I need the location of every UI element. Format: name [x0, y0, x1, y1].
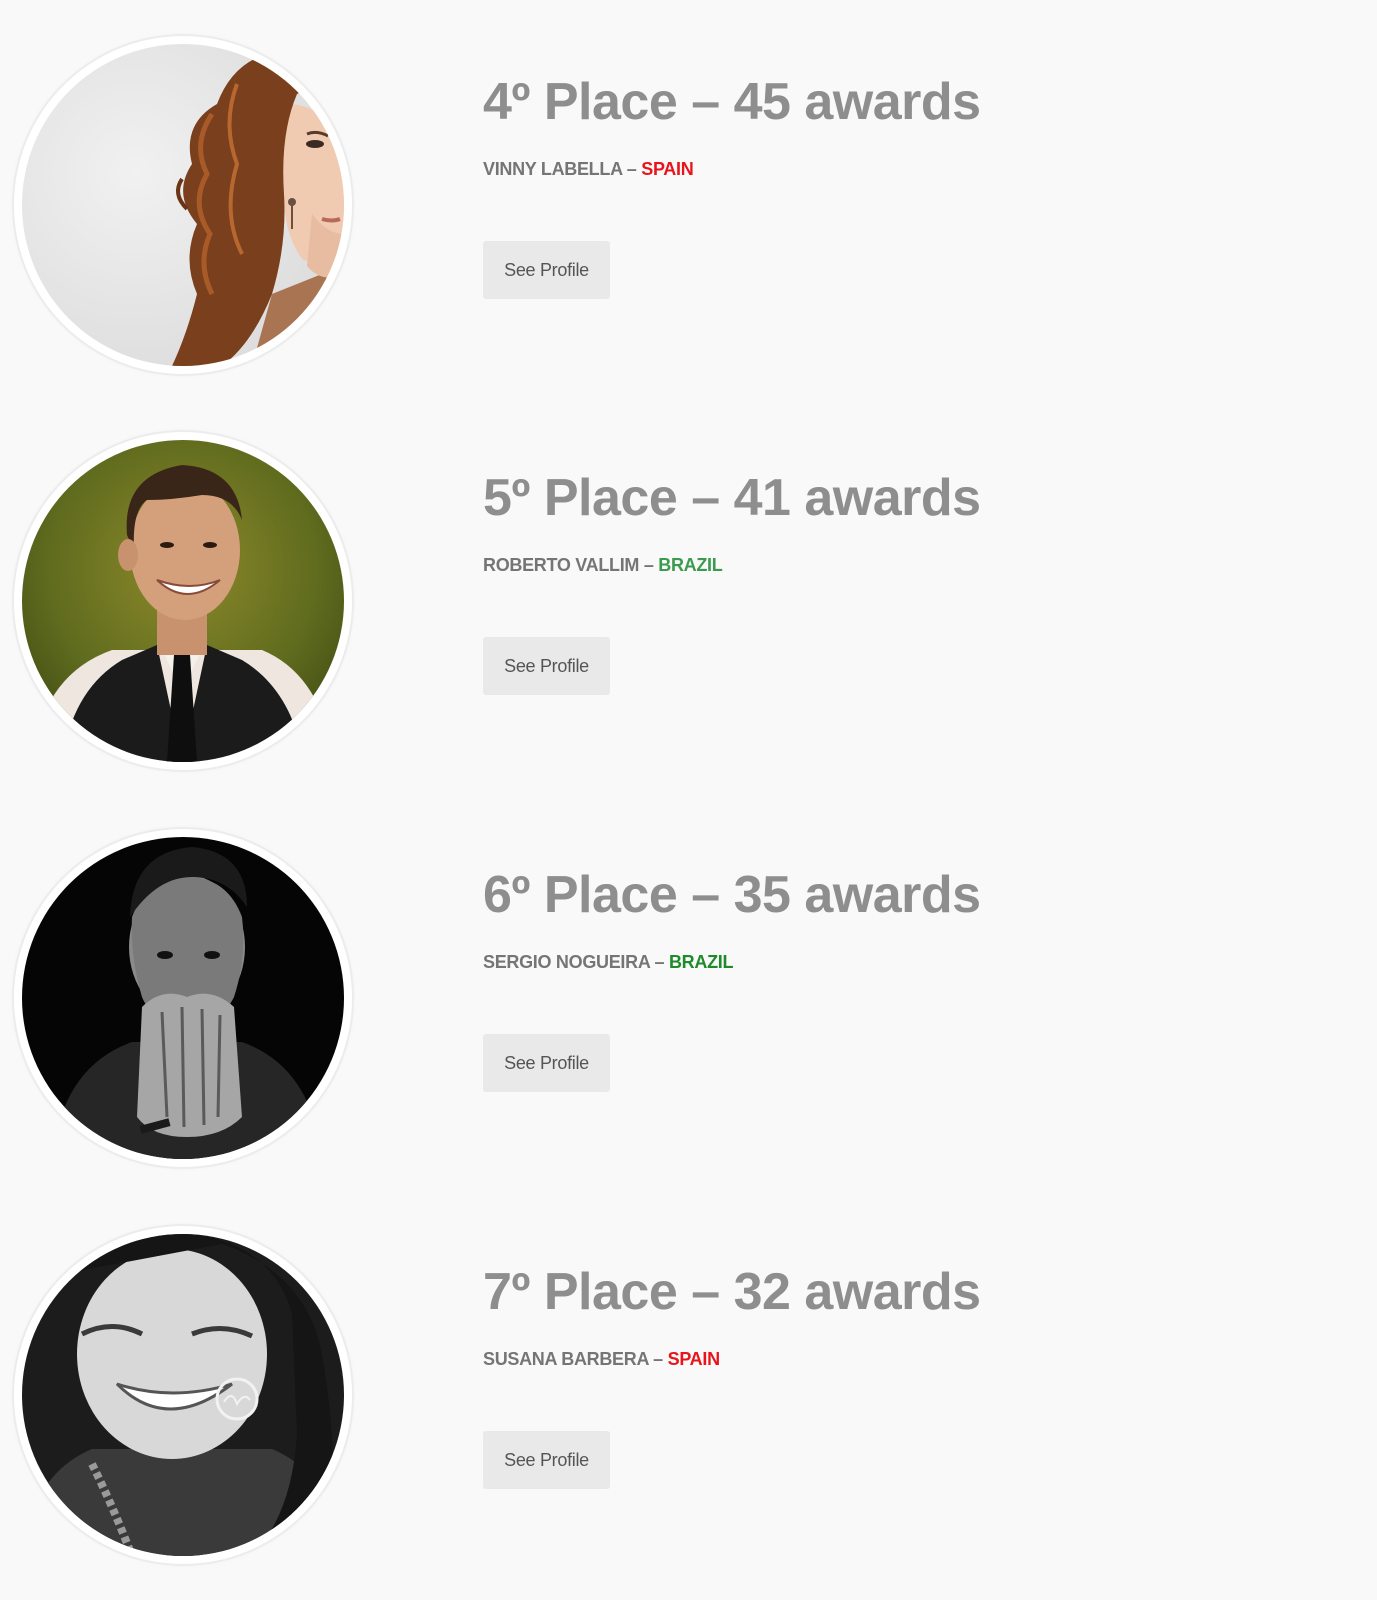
person-name: SUSANA BARBERA	[483, 1349, 649, 1369]
woman-curly-hair-photo	[22, 44, 344, 366]
avatar-frame	[14, 829, 352, 1167]
entry-info: 7º Place – 32 awards SUSANA BARBERA – SP…	[483, 1260, 981, 1489]
name-separator: –	[639, 555, 659, 575]
country-label: BRAZIL	[668, 952, 734, 972]
person-line: ROBERTO VALLIM – BRAZIL	[483, 554, 981, 576]
country-label: BRAZIL	[658, 555, 723, 575]
see-profile-button[interactable]: See Profile	[483, 241, 610, 299]
laughing-woman-black-white-photo	[22, 1234, 344, 1556]
avatar-frame	[14, 36, 352, 374]
avatar-frame	[14, 1226, 352, 1564]
person-line: SUSANA BARBERA – SPAIN	[483, 1348, 981, 1370]
name-separator: –	[622, 159, 642, 179]
entry-info: 4º Place – 45 awards VINNY LABELLA – SPA…	[483, 70, 981, 299]
person-name: ROBERTO VALLIM	[483, 555, 640, 575]
person-line: SERGIO NOGUEIRA – BRAZIL	[483, 951, 981, 973]
avatar	[22, 837, 344, 1159]
avatar	[22, 44, 344, 366]
avatar	[22, 1234, 344, 1556]
place-heading: 4º Place – 45 awards	[483, 73, 981, 131]
avatar	[22, 440, 344, 762]
person-name: VINNY LABELLA	[483, 159, 623, 179]
avatar-frame	[14, 432, 352, 770]
see-profile-button[interactable]: See Profile	[483, 637, 610, 695]
ranking-entry: 7º Place – 32 awards SUSANA BARBERA – SP…	[0, 1190, 1377, 1578]
person-name: SERGIO NOGUEIRA	[483, 952, 650, 972]
ranking-entry: 5º Place – 41 awards ROBERTO VALLIM – BR…	[0, 396, 1377, 784]
country-label: SPAIN	[667, 1349, 720, 1369]
person-line: VINNY LABELLA – SPAIN	[483, 158, 981, 180]
country-label: SPAIN	[641, 159, 694, 179]
place-heading: 5º Place – 41 awards	[483, 469, 981, 527]
entry-info: 6º Place – 35 awards SERGIO NOGUEIRA – B…	[483, 863, 981, 1092]
name-separator: –	[649, 952, 669, 972]
ranking-entry: 6º Place – 35 awards SERGIO NOGUEIRA – B…	[0, 793, 1377, 1181]
smiling-man-vest-photo	[22, 440, 344, 762]
place-heading: 7º Place – 32 awards	[483, 1263, 981, 1321]
ranking-list: 4º Place – 45 awards VINNY LABELLA – SPA…	[0, 0, 1377, 1600]
place-heading: 6º Place – 35 awards	[483, 866, 981, 924]
name-separator: –	[648, 1349, 668, 1369]
ranking-entry: 4º Place – 45 awards VINNY LABELLA – SPA…	[0, 0, 1377, 388]
see-profile-button[interactable]: See Profile	[483, 1034, 610, 1092]
entry-info: 5º Place – 41 awards ROBERTO VALLIM – BR…	[483, 466, 981, 695]
man-black-white-photo	[22, 837, 344, 1159]
see-profile-button[interactable]: See Profile	[483, 1431, 610, 1489]
